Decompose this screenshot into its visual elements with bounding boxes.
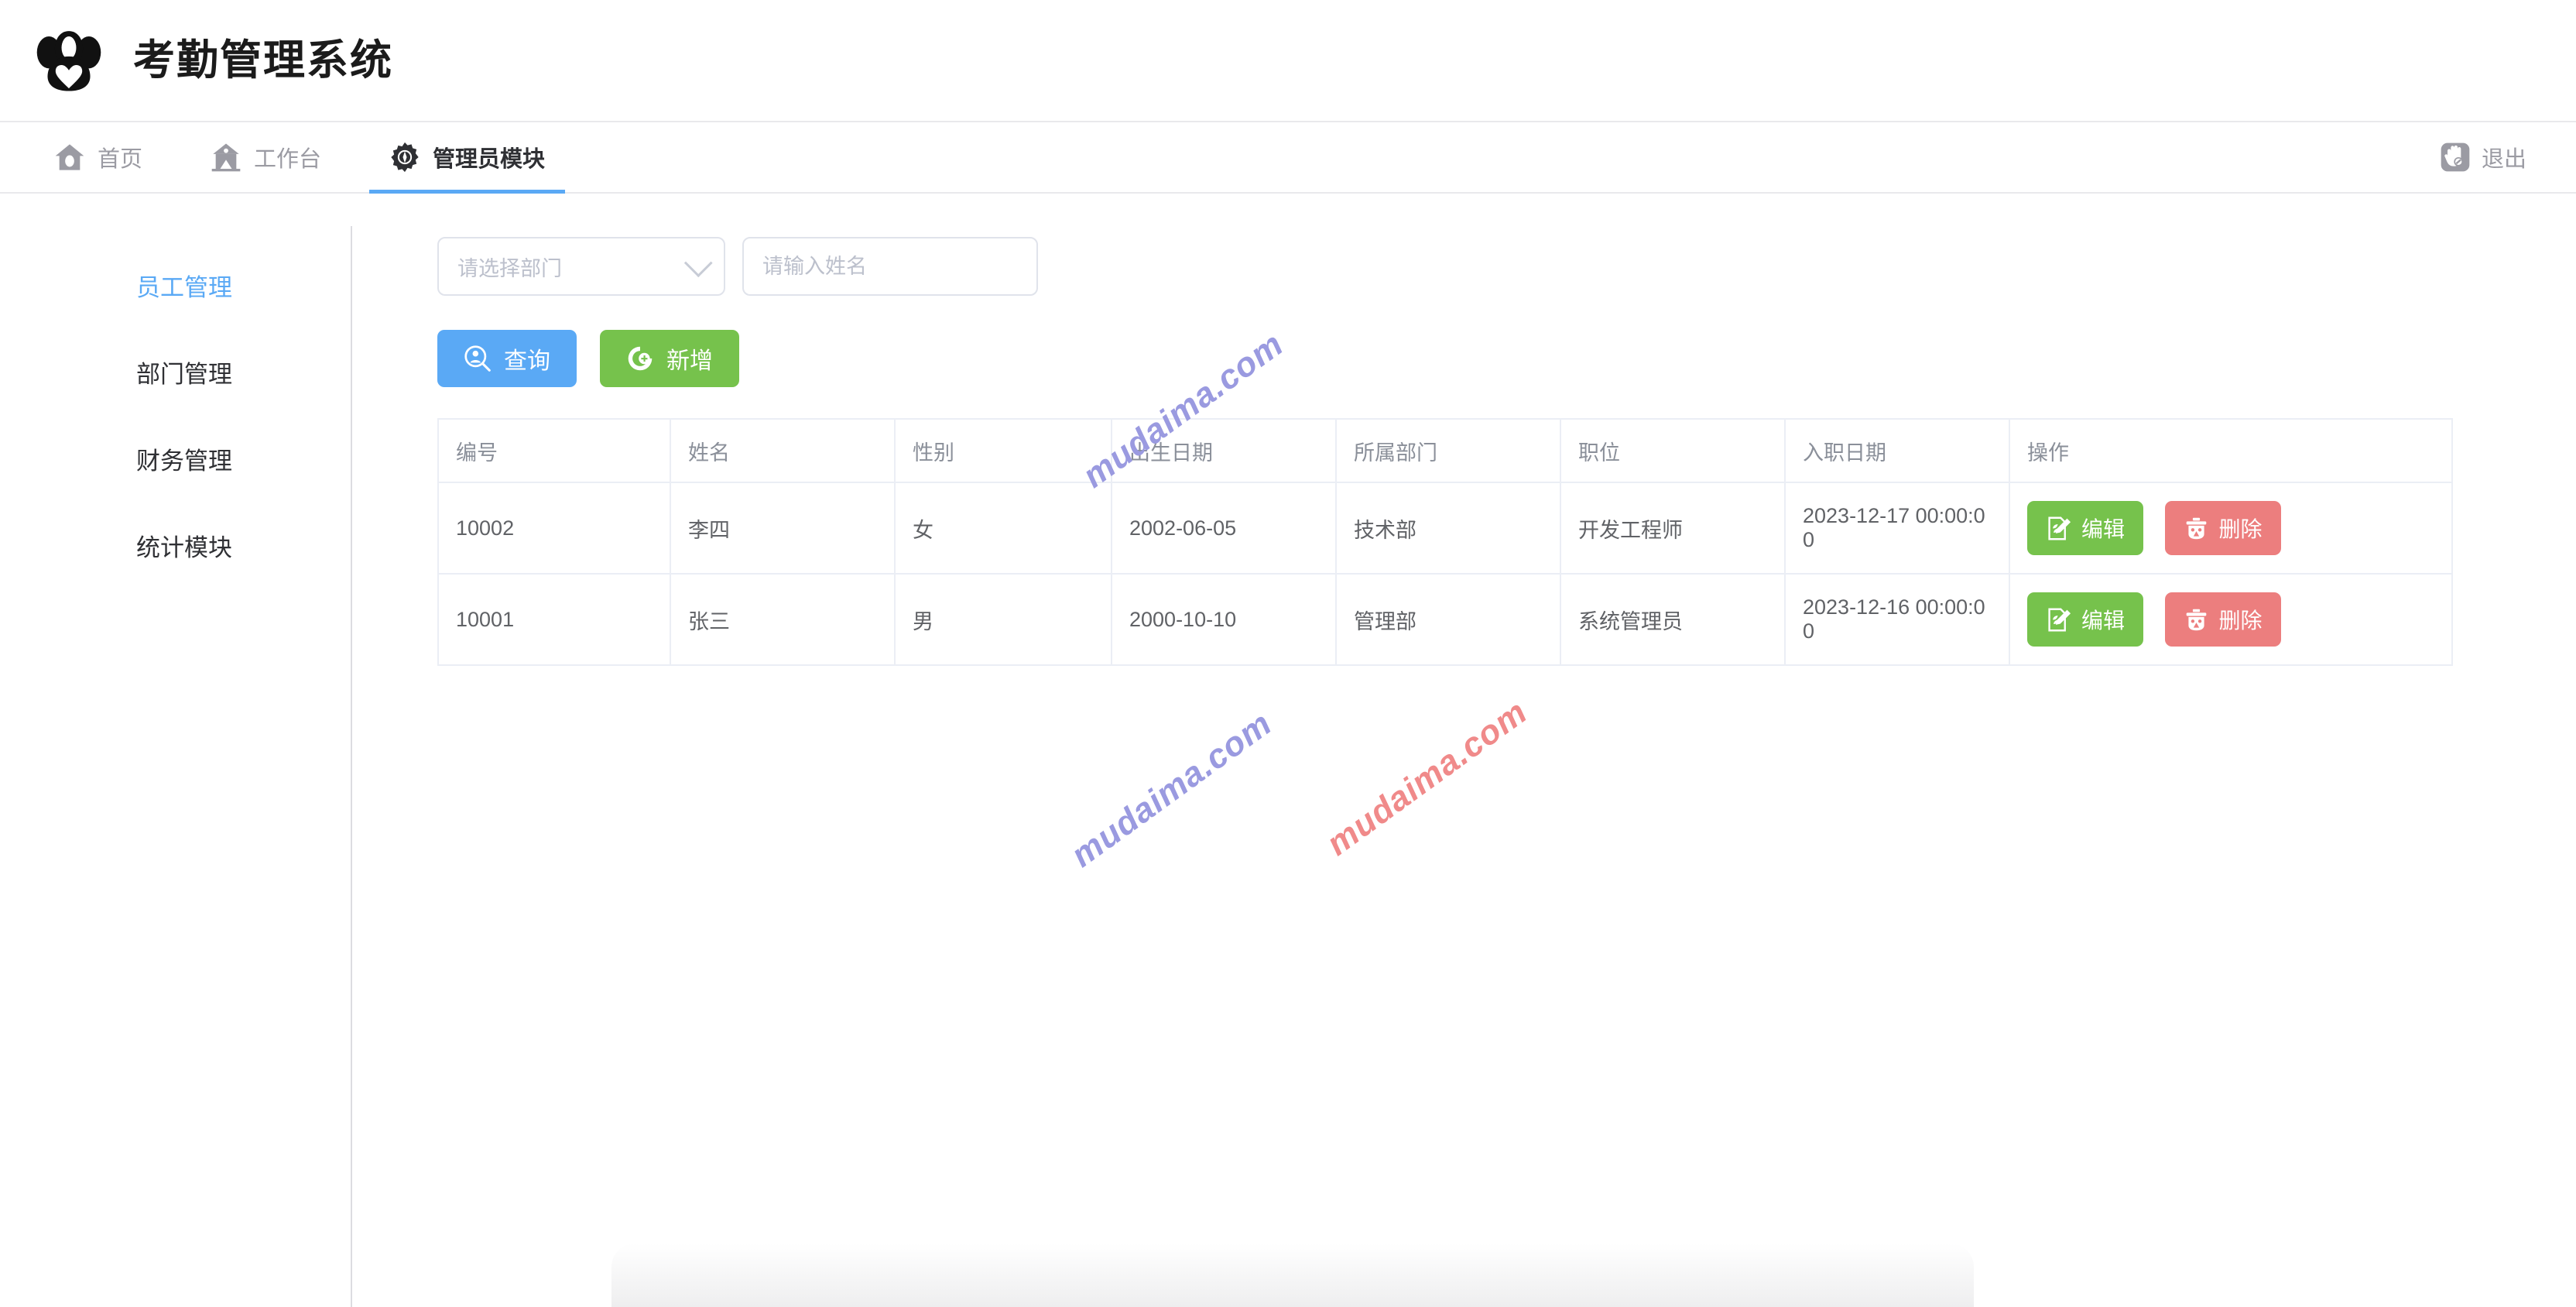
nav-item-admin-module-label: 管理员模块 [433, 147, 546, 172]
edit-pencil-icon [2048, 516, 2071, 540]
sidebar-item-statistics[interactable]: 统计模块 [0, 502, 352, 588]
cell-ops: 编辑 删除 [2009, 573, 2453, 666]
delete-button[interactable]: 删除 [2164, 592, 2281, 647]
nav-item-workbench-label: 工作台 [254, 147, 322, 172]
col-header-hire: 入职日期 [1784, 418, 2010, 483]
nav-item-home-label: 首页 [98, 147, 143, 172]
edit-button[interactable]: 编辑 [2027, 501, 2144, 555]
plus-circle-icon [628, 346, 653, 371]
search-user-icon [464, 345, 491, 372]
workbench-building-icon [211, 143, 241, 172]
cell-dept: 管理部 [1335, 573, 1561, 666]
col-header-id: 编号 [437, 418, 671, 483]
edit-button[interactable]: 编辑 [2027, 592, 2144, 647]
col-header-name: 姓名 [670, 418, 896, 483]
col-header-dept: 所属部门 [1335, 418, 1561, 483]
body-wrap: 员工管理 部门管理 财务管理 统计模块 请选择部门 请输入姓名 查询 新增 编号… [0, 194, 2576, 1307]
action-button-row: 查询 新增 [437, 330, 2576, 387]
col-header-birth: 出生日期 [1111, 418, 1337, 483]
sidebar-item-employee[interactable]: 员工管理 [0, 242, 352, 328]
cell-ops: 编辑 删除 [2009, 482, 2453, 575]
cell-pos: 开发工程师 [1560, 482, 1786, 575]
cell-birth: 2002-06-05 [1111, 482, 1337, 575]
edit-pencil-icon [2048, 608, 2071, 631]
main-nav: 首页 工作台 管理员模块 退出 [0, 122, 2576, 194]
col-header-pos: 职位 [1560, 418, 1786, 483]
nav-item-workbench[interactable]: 工作台 [190, 122, 341, 192]
gear-icon [391, 142, 419, 173]
trash-icon [2186, 609, 2206, 630]
name-input[interactable] [742, 237, 1038, 296]
cell-name: 李四 [670, 482, 896, 575]
cell-name: 张三 [670, 573, 896, 666]
edit-button-label: 编辑 [2081, 517, 2126, 541]
table-row: 10002 李四 女 2002-06-05 技术部 开发工程师 2023-12-… [437, 482, 2453, 575]
chevron-down-icon [683, 249, 713, 278]
sidebar-item-department[interactable]: 部门管理 [0, 328, 352, 415]
sidebar-item-department-label: 部门管理 [136, 360, 232, 388]
table-body: 10002 李四 女 2002-06-05 技术部 开发工程师 2023-12-… [437, 482, 2453, 666]
search-button-label: 查询 [504, 348, 550, 374]
logout-button[interactable]: 退出 [2440, 122, 2550, 192]
trash-icon [2186, 517, 2206, 539]
table-header: 编号 姓名 性别 出生日期 所属部门 职位 入职日期 操作 [437, 418, 2453, 483]
cell-sex: 男 [894, 573, 1112, 666]
delete-button-label: 删除 [2218, 609, 2263, 633]
add-button[interactable]: 新增 [600, 330, 739, 387]
cell-pos: 系统管理员 [1560, 573, 1786, 666]
sidebar-item-finance-label: 财务管理 [136, 447, 232, 475]
search-button[interactable]: 查询 [437, 330, 577, 387]
filter-row: 请选择部门 [437, 237, 2576, 296]
table-row: 10001 张三 男 2000-10-10 管理部 系统管理员 2023-12-… [437, 573, 2453, 666]
two-people-heart-logo-icon [36, 31, 101, 91]
delete-button[interactable]: 删除 [2164, 501, 2281, 555]
main-content: 请选择部门 查询 [352, 194, 2576, 1307]
page-title: 考勤管理系统 [133, 37, 393, 84]
edit-button-label: 编辑 [2081, 609, 2126, 633]
delete-button-label: 删除 [2218, 517, 2263, 541]
home-icon [55, 144, 84, 170]
nav-item-home[interactable]: 首页 [34, 122, 163, 192]
department-select-placeholder: 请选择部门 [457, 256, 562, 280]
col-header-sex: 性别 [894, 418, 1112, 483]
app-header: 考勤管理系统 [0, 0, 2576, 122]
cell-id: 10001 [437, 573, 671, 666]
cell-hire: 2023-12-17 00:00:00 [1784, 482, 2010, 575]
table-header-row: 编号 姓名 性别 出生日期 所属部门 职位 入职日期 操作 [437, 418, 2453, 483]
cell-dept: 技术部 [1335, 482, 1561, 575]
sidebar: 员工管理 部门管理 财务管理 统计模块 [0, 194, 352, 1307]
logout-label: 退出 [2481, 147, 2526, 172]
employee-table: 编号 姓名 性别 出生日期 所属部门 职位 入职日期 操作 10002 李四 女… [437, 418, 2453, 666]
col-header-ops: 操作 [2009, 418, 2453, 483]
sidebar-item-finance[interactable]: 财务管理 [0, 415, 352, 502]
sidebar-item-employee-label: 员工管理 [136, 273, 232, 301]
employee-table-wrap: 编号 姓名 性别 出生日期 所属部门 职位 入职日期 操作 10002 李四 女… [437, 418, 2453, 666]
logout-hand-icon [2441, 142, 2470, 172]
sidebar-item-statistics-label: 统计模块 [136, 533, 232, 561]
cell-id: 10002 [437, 482, 671, 575]
app-root: 考勤管理系统 首页 工作台 管理员模块 退出 员工管理 部门管理 财务管理 统计… [0, 0, 2576, 1307]
cell-birth: 2000-10-10 [1111, 573, 1337, 666]
nav-item-admin-module[interactable]: 管理员模块 [369, 122, 566, 194]
cell-hire: 2023-12-16 00:00:00 [1784, 573, 2010, 666]
add-button-label: 新增 [666, 348, 713, 374]
department-select[interactable]: 请选择部门 [437, 237, 725, 296]
cell-sex: 女 [894, 482, 1112, 575]
